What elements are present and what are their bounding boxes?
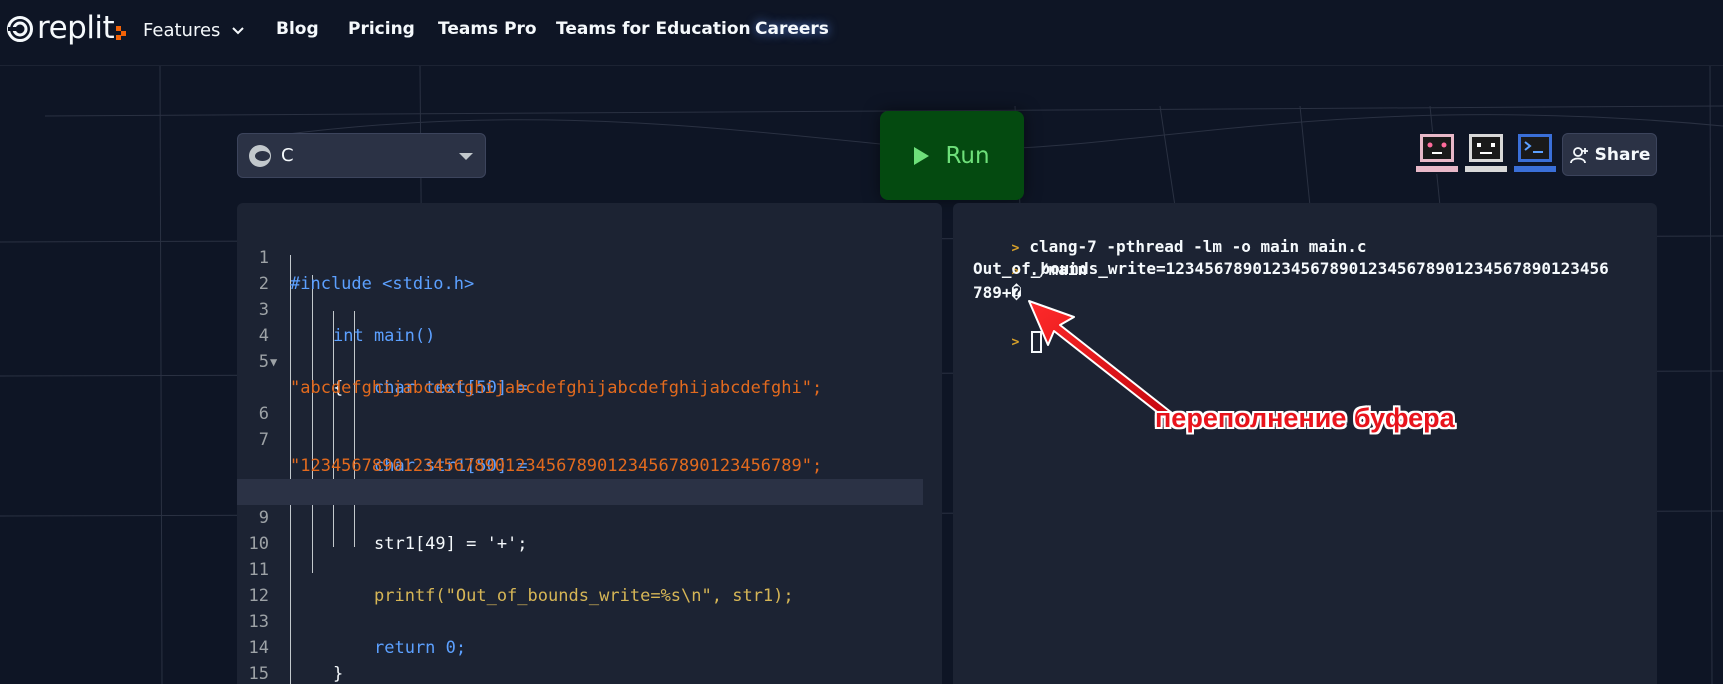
nav-blog[interactable]: Blog bbox=[276, 19, 319, 39]
run-button[interactable]: Run bbox=[880, 111, 1024, 200]
c-language-icon bbox=[249, 144, 271, 167]
code-line: 8 bbox=[237, 453, 942, 502]
logo-accent-icon bbox=[116, 25, 127, 40]
logo-text: replit bbox=[37, 10, 115, 46]
annotation-text: переполнение буфера bbox=[1155, 403, 1455, 433]
code-line: "123456789012345678901234567890123456789… bbox=[237, 427, 942, 476]
code-line: 14 } bbox=[237, 609, 942, 684]
nav-features[interactable]: Features bbox=[143, 20, 245, 41]
code-line: 12 bbox=[237, 557, 942, 606]
code-line: 11 printf("Out_of_bounds_write=%s\n", st… bbox=[237, 531, 942, 606]
language-select-value: C bbox=[281, 145, 294, 166]
code-line: "abcdefghijabcdefghijabcdefghijabcdefghi… bbox=[237, 349, 942, 398]
replit-logo[interactable]: replit bbox=[6, 13, 127, 44]
share-button-label: Share bbox=[1594, 144, 1651, 165]
share-button[interactable]: Share bbox=[1562, 133, 1657, 176]
code-line: 10 bbox=[237, 505, 942, 554]
code-line: 6 bbox=[237, 375, 942, 424]
top-nav: replit Features Blog Pricing Teams Pro T… bbox=[0, 0, 1723, 66]
code-line: 7 char str1[50] = bbox=[237, 401, 942, 476]
code-line: 5 char text[50] = bbox=[237, 323, 942, 398]
nav-teams-pro[interactable]: Teams Pro bbox=[438, 19, 537, 39]
caret-down-icon bbox=[459, 153, 473, 160]
run-button-label: Run bbox=[945, 142, 990, 169]
code-editor[interactable]: 1 #include <stdio.h> 2 3 int main() 4 ▼ … bbox=[237, 203, 942, 684]
nav-teams-for-education[interactable]: Teams for Education bbox=[556, 19, 751, 39]
chevron-down-icon bbox=[232, 26, 245, 34]
code-line-active: 9 str1[49] = '+'; bbox=[237, 479, 923, 554]
language-select[interactable]: C bbox=[237, 133, 486, 178]
heart-eyes-computer-icon[interactable] bbox=[1415, 131, 1459, 177]
code-line: 15 bbox=[237, 635, 942, 684]
code-line: 3 int main() bbox=[237, 271, 942, 346]
terminal-computer-icon[interactable] bbox=[1513, 131, 1557, 177]
prompt-icon: > bbox=[1011, 335, 1020, 350]
nav-features-label: Features bbox=[143, 20, 221, 41]
code-text: } bbox=[333, 664, 344, 684]
console-output[interactable]: > clang-7 -pthread -lm -o main main.c > ./… bbox=[953, 203, 1657, 684]
console-output-line: Out_of_bounds_write=12345678901234567890… bbox=[973, 259, 1609, 278]
code-line: 13 return 0; bbox=[237, 583, 942, 658]
add-user-icon bbox=[1569, 146, 1588, 163]
line-number: 15 bbox=[248, 664, 269, 684]
neutral-face-computer-icon[interactable] bbox=[1464, 131, 1508, 177]
code-line: 1 #include <stdio.h> bbox=[237, 219, 942, 294]
play-icon bbox=[914, 146, 930, 165]
console-output-line: 789+� bbox=[973, 283, 1022, 302]
code-line: 4 ▼ { bbox=[237, 297, 942, 398]
nav-pricing[interactable]: Pricing bbox=[348, 19, 415, 39]
replit-logo-icon bbox=[7, 15, 33, 42]
nav-careers[interactable]: Careers bbox=[755, 19, 829, 39]
code-line: 2 bbox=[237, 245, 942, 294]
